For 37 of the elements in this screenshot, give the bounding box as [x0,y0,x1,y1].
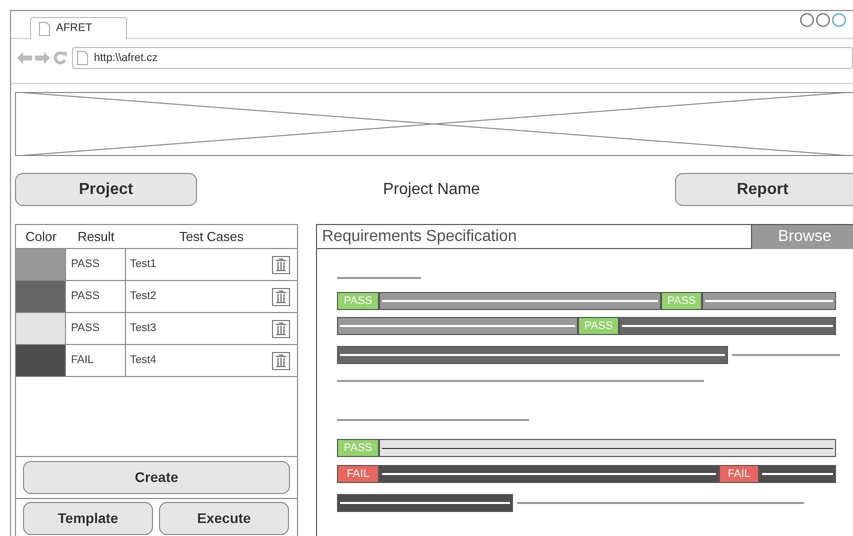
report-button[interactable]: Report [675,173,853,206]
panel-title: Requirements Specification [321,227,517,247]
table-cell: FAIL [66,345,126,376]
trash-icon[interactable] [272,352,290,370]
table-cell: PASS [66,313,126,344]
pass-badge: PASS [337,292,379,310]
create-button[interactable]: Create [23,461,290,494]
test-case-name: Test1 [130,257,156,272]
test-case-name: Test4 [130,353,156,368]
window-control-icon[interactable] [800,13,814,27]
pass-badge: PASS [661,292,702,310]
window-control-icon[interactable] [816,13,830,27]
column-header: Color [24,228,58,246]
project-name: Project Name [383,180,480,200]
fail-badge: FAIL [337,465,379,483]
table-cell: PASS [66,249,126,280]
trash-icon[interactable] [272,320,290,338]
fail-badge: FAIL [719,465,759,483]
project-button[interactable]: Project [15,173,197,206]
trash-icon[interactable] [272,288,290,306]
url-text: http:\\afret.cz [94,50,158,66]
tab-title: AFRET [56,21,92,36]
window-control-icon[interactable] [832,13,846,27]
page-icon [39,22,50,36]
browser-tab[interactable]: AFRET [30,17,127,39]
trash-icon[interactable] [272,256,290,274]
table-cell: PASS [66,281,126,312]
pass-badge: PASS [578,317,619,335]
column-header: Test Cases [178,228,245,246]
column-header: Result [76,228,116,246]
test-case-name: Test2 [130,289,156,304]
page-icon [77,51,88,65]
execute-button[interactable]: Execute [159,502,289,535]
template-button[interactable]: Template [23,502,153,535]
address-bar[interactable]: http:\\afret.cz [72,47,853,69]
test-case-name: Test3 [130,321,156,336]
pass-badge: PASS [337,439,379,457]
